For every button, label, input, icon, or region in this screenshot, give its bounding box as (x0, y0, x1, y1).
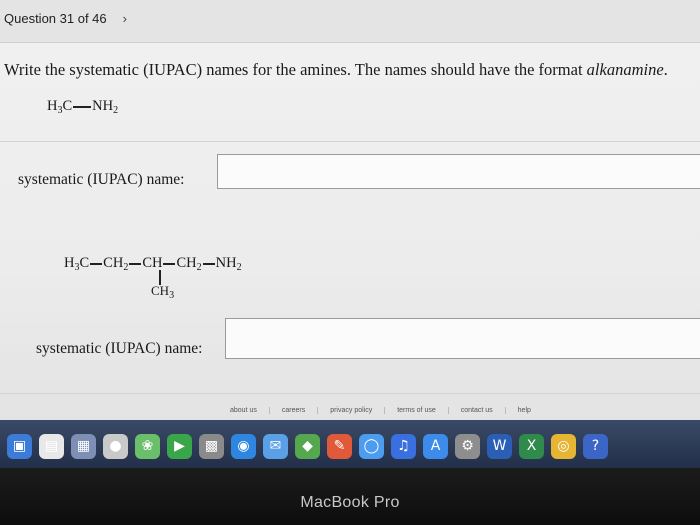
formula-group: CH (176, 255, 197, 271)
browser-window: Question 31 of 46 › Write the systematic… (0, 0, 700, 440)
settings-icon[interactable]: ⚙ (455, 433, 480, 459)
pin-icon[interactable]: ✎ (327, 433, 352, 459)
footer-link-help[interactable]: help (506, 407, 543, 414)
formula-subscript: 2 (113, 105, 119, 116)
formula-subscript: 2 (123, 262, 129, 273)
help-icon[interactable]: ? (583, 433, 608, 459)
formula-group: NH (215, 255, 237, 271)
notes-icon[interactable]: ▤ (39, 433, 64, 459)
finder-icon[interactable]: ▣ (7, 433, 32, 459)
footer-link-careers[interactable]: careers (270, 407, 319, 414)
excel-icon[interactable]: X (519, 433, 544, 459)
prompt-end: . (663, 60, 668, 79)
question-header: Question 31 of 46 › (0, 0, 700, 43)
word-icon[interactable]: W (487, 433, 512, 459)
chrome-icon[interactable]: ◎ (551, 433, 576, 459)
footer-link-contact[interactable]: contact us (449, 407, 506, 414)
structure-branched-amine: H3C CH2 CH CH2 NH2 (64, 255, 242, 273)
formula-group: NH (92, 98, 114, 114)
music-icon[interactable]: ♫ (391, 433, 416, 459)
formula-atom: H (64, 255, 75, 271)
safari-icon[interactable]: ◉ (231, 433, 256, 459)
answer-label-1: systematic (IUPAC) name: (18, 171, 185, 188)
grid-icon[interactable]: ▩ (199, 433, 224, 459)
formula-subscript: 3 (169, 290, 175, 301)
question-counter: Question 31 of 46 (4, 11, 107, 26)
prompt-text: Write the systematic (IUPAC) names for t… (4, 60, 587, 79)
question-prompt: Write the systematic (IUPAC) names for t… (4, 60, 668, 80)
formula-atom: C (62, 98, 73, 114)
structure-methylamine: H3C NH2 (47, 98, 119, 116)
single-bond (73, 105, 92, 108)
formula-subscript: 2 (196, 262, 202, 273)
calendar-icon[interactable]: ▦ (71, 433, 96, 459)
single-bond (202, 262, 215, 265)
single-bond (90, 262, 103, 265)
macbook-label: MacBook Pro (300, 494, 400, 511)
next-question-chevron-icon[interactable]: › (123, 11, 127, 26)
prompt-format: alkanamine (586, 60, 664, 79)
photos-icon[interactable]: ❀ (135, 433, 160, 459)
answer-label-2: systematic (IUPAC) name: (36, 340, 203, 357)
divider (0, 393, 700, 394)
single-bond (129, 262, 142, 265)
formula-group: CH (151, 283, 170, 298)
methyl-branch: CH3 (151, 283, 175, 301)
formula-subscript: 3 (57, 105, 63, 116)
launchpad-icon[interactable]: ● (103, 433, 128, 459)
formula-subscript: 2 (236, 262, 242, 273)
formula-subscript: 3 (74, 262, 80, 273)
formula-atom: H (47, 98, 58, 114)
iupac-name-input-1[interactable] (217, 154, 700, 189)
footer-link-terms[interactable]: terms of use (385, 407, 449, 414)
footer-link-privacy[interactable]: privacy policy (318, 407, 386, 414)
formula-atom: C (79, 255, 90, 271)
appstore-icon[interactable]: A (423, 433, 448, 459)
maps-icon[interactable]: ◆ (295, 433, 320, 459)
iupac-name-input-2[interactable] (225, 318, 700, 359)
dock: ▣ ▤ ▦ ● ❀ ▶ ▩ ◉ ✉ ◆ ✎ ◯ ♫ A ⚙ W X ◎? (0, 424, 700, 468)
formula-group: CH (142, 255, 163, 271)
divider (0, 141, 700, 142)
facetime-icon[interactable]: ▶ (167, 433, 192, 459)
formula-group: CH (103, 255, 124, 271)
mail-icon[interactable]: ✉ (263, 433, 288, 459)
single-bond (163, 262, 176, 265)
footer-link-about[interactable]: about us (218, 407, 270, 414)
messages-icon[interactable]: ◯ (359, 433, 384, 459)
footer-links: about us careers privacy policy terms of… (218, 407, 543, 414)
question-navigator[interactable]: Question 31 of 46 › (4, 11, 127, 26)
